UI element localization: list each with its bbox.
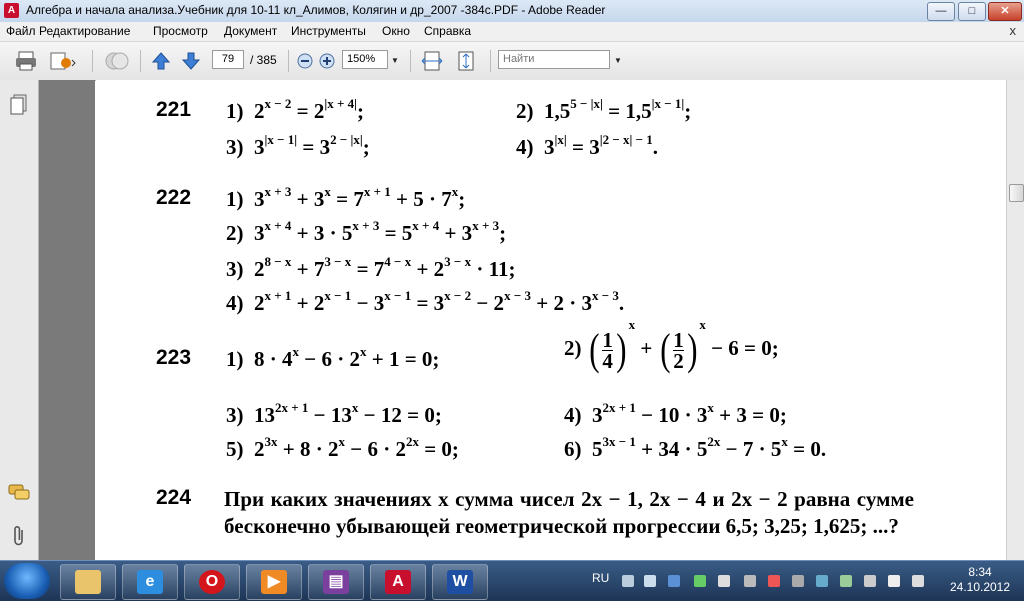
next-page-icon[interactable] <box>180 50 202 72</box>
p223-item-4: 4) 32x + 1 − 10 · 3x + 3 = 0; <box>564 400 787 427</box>
p222-item-3: 3) 28 − x + 73 − x = 74 − x + 23 − x · 1… <box>226 254 516 281</box>
document-page[interactable]: 221 1) 2x − 2 = 2|x + 4|; 2) 1,55 − |x| … <box>96 80 1006 560</box>
clock-time: 8:34 <box>968 565 992 579</box>
p221-item-3: 3) 3|x − 1| = 32 − |x|; <box>226 132 370 159</box>
bluetooth-icon[interactable] <box>668 575 680 587</box>
menu-file[interactable]: Файл <box>6 24 36 38</box>
menu-window[interactable]: Окно <box>382 24 410 38</box>
taskbar-internet-explorer[interactable]: e <box>122 564 178 600</box>
tray-icon-4[interactable] <box>694 575 706 587</box>
winrar-icon: ▤ <box>323 570 349 594</box>
tray-icon-1[interactable] <box>622 575 634 587</box>
p222-item-4: 4) 2x + 1 + 2x − 1 − 3x − 1 = 3x − 2 − 2… <box>226 288 625 315</box>
window-title: Алгебра и начала анализа.Учебник для 10-… <box>26 3 606 17</box>
p224-text: При каких значениях x сумма чисел 2x − 1… <box>224 487 914 538</box>
menu-help[interactable]: Справка <box>424 24 471 38</box>
p222-item-1: 1) 3x + 3 + 3x = 7x + 1 + 5 · 7x; <box>226 184 466 211</box>
p223-item-1: 1) 8 · 4x − 6 · 2x + 1 = 0; <box>226 344 440 371</box>
taskbar-winrar[interactable]: ▤ <box>308 564 364 600</box>
word-icon: W <box>447 570 473 594</box>
battery-icon[interactable] <box>744 575 756 587</box>
share-icon[interactable] <box>48 50 78 72</box>
internet-explorer-icon: e <box>137 570 163 594</box>
collaborate-icon[interactable] <box>104 50 130 72</box>
p221-item-4: 4) 3|x| = 3|2 − x| − 1. <box>516 132 658 159</box>
print-icon[interactable] <box>14 50 38 72</box>
pages-panel-icon[interactable] <box>10 94 28 116</box>
page-total: / 385 <box>250 53 277 67</box>
find-dropdown-icon[interactable]: ▼ <box>614 56 622 65</box>
taskbar: e O ▶ ▤ A W RU 8:34 24.10.2012 <box>0 560 1024 601</box>
title-bar: A Алгебра и начала анализа.Учебник для 1… <box>0 0 1024 23</box>
zoom-in-icon[interactable] <box>318 50 336 72</box>
taskbar-opera[interactable]: O <box>184 564 240 600</box>
action-center-icon[interactable] <box>888 575 900 587</box>
p223-item-2: 2) (1 4)x + (1 2)x − 6 = 0; <box>564 316 779 374</box>
previous-page-icon[interactable] <box>150 50 172 72</box>
clock-date: 24.10.2012 <box>949 580 1011 594</box>
tray-icon-2[interactable] <box>644 575 656 587</box>
comments-icon[interactable] <box>8 484 30 502</box>
menu-bar: Файл Редактирование Просмотр Документ Ин… <box>0 22 1024 42</box>
p223-item-6: 6) 53x − 1 + 34 · 52x − 7 · 5x = 0. <box>564 434 827 461</box>
scroll-thumb[interactable] <box>1009 184 1024 202</box>
adobe-reader-icon: A <box>385 570 411 594</box>
tray-icon-7[interactable] <box>768 575 780 587</box>
maximize-button[interactable]: □ <box>958 2 986 21</box>
vertical-scrollbar[interactable] <box>1006 80 1024 560</box>
zoom-out-icon[interactable] <box>296 50 314 72</box>
problem-number-222: 222 <box>156 186 192 209</box>
folder-icon <box>75 570 101 594</box>
volume-icon[interactable] <box>718 575 730 587</box>
taskbar-media-player[interactable]: ▶ <box>246 564 302 600</box>
toolbar: / 385 ▼ ▼ <box>0 42 1024 81</box>
menu-tools[interactable]: Инструменты <box>291 24 366 38</box>
language-indicator[interactable]: RU <box>592 571 609 585</box>
menu-view[interactable]: Просмотр <box>153 24 208 38</box>
attachments-icon[interactable] <box>10 524 28 548</box>
network-icon[interactable] <box>840 575 852 587</box>
close-button[interactable]: ✕ <box>988 2 1022 21</box>
navigation-panel <box>0 80 39 560</box>
taskbar-adobe-reader[interactable]: A <box>370 564 426 600</box>
taskbar-word[interactable]: W <box>432 564 488 600</box>
find-input[interactable] <box>498 50 610 69</box>
p221-item-2: 2) 1,55 − |x| = 1,5|x − 1|; <box>516 96 692 123</box>
problem-number-223: 223 <box>156 346 192 369</box>
fit-width-icon[interactable] <box>420 50 444 72</box>
fit-page-icon[interactable] <box>454 50 478 72</box>
tray-icon-11[interactable] <box>864 575 876 587</box>
page-number-input[interactable] <box>212 50 244 69</box>
p223-item-5: 5) 23x + 8 · 2x − 6 · 22x = 0; <box>226 434 459 461</box>
menu-document[interactable]: Документ <box>224 24 277 38</box>
opera-icon: O <box>199 570 225 594</box>
display-icon[interactable] <box>912 575 924 587</box>
minimize-button[interactable]: — <box>927 2 955 21</box>
clock[interactable]: 8:34 24.10.2012 <box>940 565 1020 595</box>
p221-item-1: 1) 2x − 2 = 2|x + 4|; <box>226 96 365 123</box>
menu-edit[interactable]: Редактирование <box>39 24 130 38</box>
media-player-icon: ▶ <box>261 570 287 594</box>
zoom-input[interactable] <box>342 50 388 69</box>
adobe-reader-icon: A <box>4 3 19 18</box>
problem-number-224: 224 <box>156 486 192 509</box>
start-button[interactable] <box>4 563 50 599</box>
problem-number-221: 221 <box>156 98 192 121</box>
tray-icon-9[interactable] <box>816 575 828 587</box>
page-gutter <box>39 80 95 560</box>
zoom-dropdown-icon[interactable]: ▼ <box>391 56 399 65</box>
tray-icon-8[interactable] <box>792 575 804 587</box>
taskbar-explorer[interactable] <box>60 564 116 600</box>
p222-item-2: 2) 3x + 4 + 3 · 5x + 3 = 5x + 4 + 3x + 3… <box>226 218 507 245</box>
close-document-icon[interactable]: x <box>1010 23 1017 38</box>
p223-item-3: 3) 132x + 1 − 13x − 12 = 0; <box>226 400 442 427</box>
